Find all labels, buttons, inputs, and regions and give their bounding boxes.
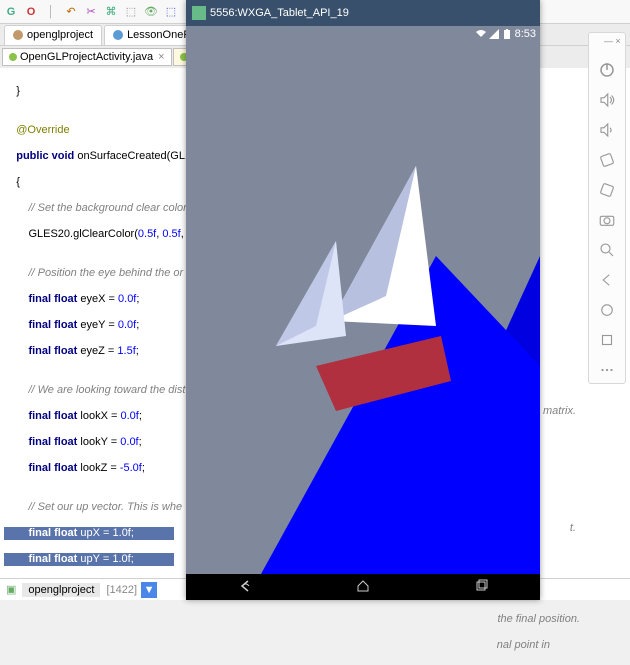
status-build-icon[interactable]: ▼ — [141, 582, 157, 598]
zoom-icon[interactable] — [598, 241, 616, 259]
camera-icon[interactable] — [598, 211, 616, 229]
emulator-window: 5556:WXGA_Tablet_API_19 8:53 — [186, 0, 540, 600]
nav-recent-icon[interactable] — [474, 579, 488, 596]
emulator-screen[interactable]: 8:53 — [186, 26, 540, 574]
toolbar-copy[interactable]: ⌘ — [104, 5, 118, 19]
toolbar-preview[interactable]: 👁 — [144, 5, 158, 19]
home-icon[interactable] — [598, 301, 616, 319]
toolbar-undo[interactable]: ↶ — [64, 5, 78, 19]
breadcrumb-pkg-label: openglproject — [27, 29, 93, 41]
nav-back-icon[interactable] — [238, 579, 252, 596]
status-project[interactable]: openglproject — [22, 583, 100, 597]
emulator-title-label: 5556:WXGA_Tablet_API_19 — [210, 7, 349, 19]
panel-minimize-icon[interactable]: — — [604, 37, 612, 45]
volume-down-icon[interactable] — [598, 121, 616, 139]
volume-up-icon[interactable] — [598, 91, 616, 109]
power-icon[interactable] — [598, 61, 616, 79]
overview-icon[interactable] — [598, 331, 616, 349]
toolbar-layout[interactable]: ⬚ — [164, 5, 178, 19]
toolbar-paste[interactable]: ⬚ — [124, 5, 138, 19]
toolbar-cut[interactable]: ✂ — [84, 5, 98, 19]
toolbar-sep: │ — [44, 5, 58, 19]
status-icon: ▣ — [6, 583, 16, 596]
emulator-titlebar[interactable]: 5556:WXGA_Tablet_API_19 — [186, 0, 540, 26]
opengl-render-output — [186, 26, 540, 574]
rotate-left-icon[interactable] — [598, 151, 616, 169]
breadcrumb-package[interactable]: openglproject — [4, 25, 102, 45]
android-navbar — [186, 574, 540, 600]
nav-home-icon[interactable] — [356, 579, 370, 596]
rotate-right-icon[interactable] — [598, 181, 616, 199]
more-icon[interactable] — [598, 361, 616, 379]
emulator-control-panel: — × — [588, 32, 626, 384]
toolbar-run-o[interactable]: O — [24, 5, 38, 19]
close-tab-icon[interactable]: × — [158, 51, 164, 63]
editor-tab-activity[interactable]: OpenGLProjectActivity.java× — [2, 48, 172, 66]
emulator-app-icon — [192, 6, 206, 20]
toolbar-run-g[interactable]: G — [4, 5, 18, 19]
panel-close-icon[interactable]: × — [614, 37, 622, 45]
status-lines: [1422] — [106, 584, 137, 596]
panel-titlebar: — × — [589, 37, 625, 47]
back-icon[interactable] — [598, 271, 616, 289]
